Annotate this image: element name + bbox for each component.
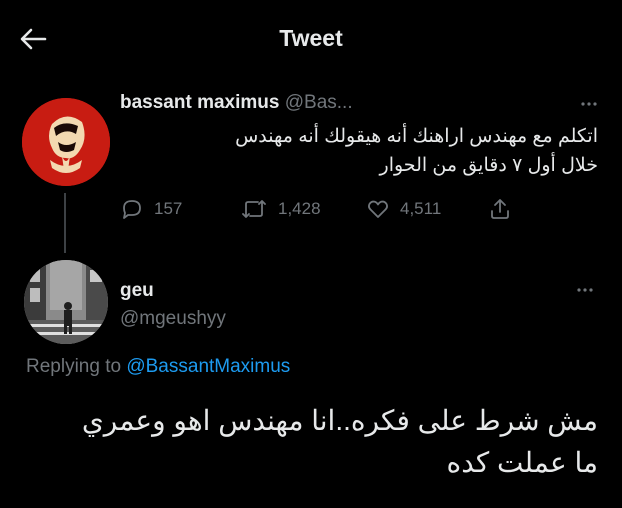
like-button[interactable]: 4,511	[366, 194, 441, 224]
share-button[interactable]	[488, 194, 512, 224]
replying-prefix: Replying to	[26, 356, 122, 377]
tweet-text-line: خلال أول ٧ دقايق من الحوار	[379, 155, 598, 176]
share-icon	[491, 199, 509, 219]
like-count: 4,511	[400, 199, 442, 218]
retweet-count: 1,428	[278, 199, 321, 218]
reply-button[interactable]: 157	[120, 194, 182, 224]
reply-author-handle[interactable]: @mgeushyy	[120, 308, 226, 330]
profile-photo-icon	[24, 260, 108, 344]
retweet-button[interactable]: 1,428	[240, 194, 321, 224]
reply-text-line: ما عملت كده	[446, 447, 598, 478]
reply-author-name[interactable]: geu	[120, 280, 154, 302]
reply-text: مش شرط على فكره..انا مهندس اهو وعمري ما …	[30, 400, 598, 484]
mention-link[interactable]: @BassantMaximus	[126, 356, 290, 377]
page-title: Tweet	[279, 25, 343, 51]
tweet-text-line: اتكلم مع مهندس اراهنك أنه هيقولك أنه مهن…	[235, 126, 598, 147]
thread-connector	[64, 193, 66, 253]
more-options-button[interactable]	[570, 278, 600, 298]
profile-art-icon	[22, 98, 110, 186]
more-icon	[581, 102, 597, 106]
top-bar: Tweet	[0, 0, 622, 78]
more-icon	[577, 288, 593, 292]
tweet-text: اتكلم مع مهندس اراهنك أنه هيقولك أنه مهن…	[120, 122, 598, 180]
heart-icon	[368, 200, 388, 218]
tweet-author[interactable]: bassant maximus @Bas...	[120, 92, 353, 114]
retweet-icon	[242, 200, 266, 218]
reply-icon	[123, 200, 141, 219]
replying-to: Replying to @BassantMaximus	[26, 356, 290, 378]
reply-text-line: مش شرط على فكره..انا مهندس اهو وعمري	[81, 405, 598, 436]
author-name[interactable]: bassant maximus	[120, 92, 279, 113]
reply-count: 157	[154, 199, 183, 218]
avatar[interactable]	[22, 98, 110, 186]
tweet-actions: 157 1,428 4,511	[120, 194, 600, 224]
more-options-button[interactable]	[574, 92, 604, 112]
author-handle[interactable]: @Bas...	[285, 92, 353, 113]
avatar[interactable]	[24, 260, 108, 344]
